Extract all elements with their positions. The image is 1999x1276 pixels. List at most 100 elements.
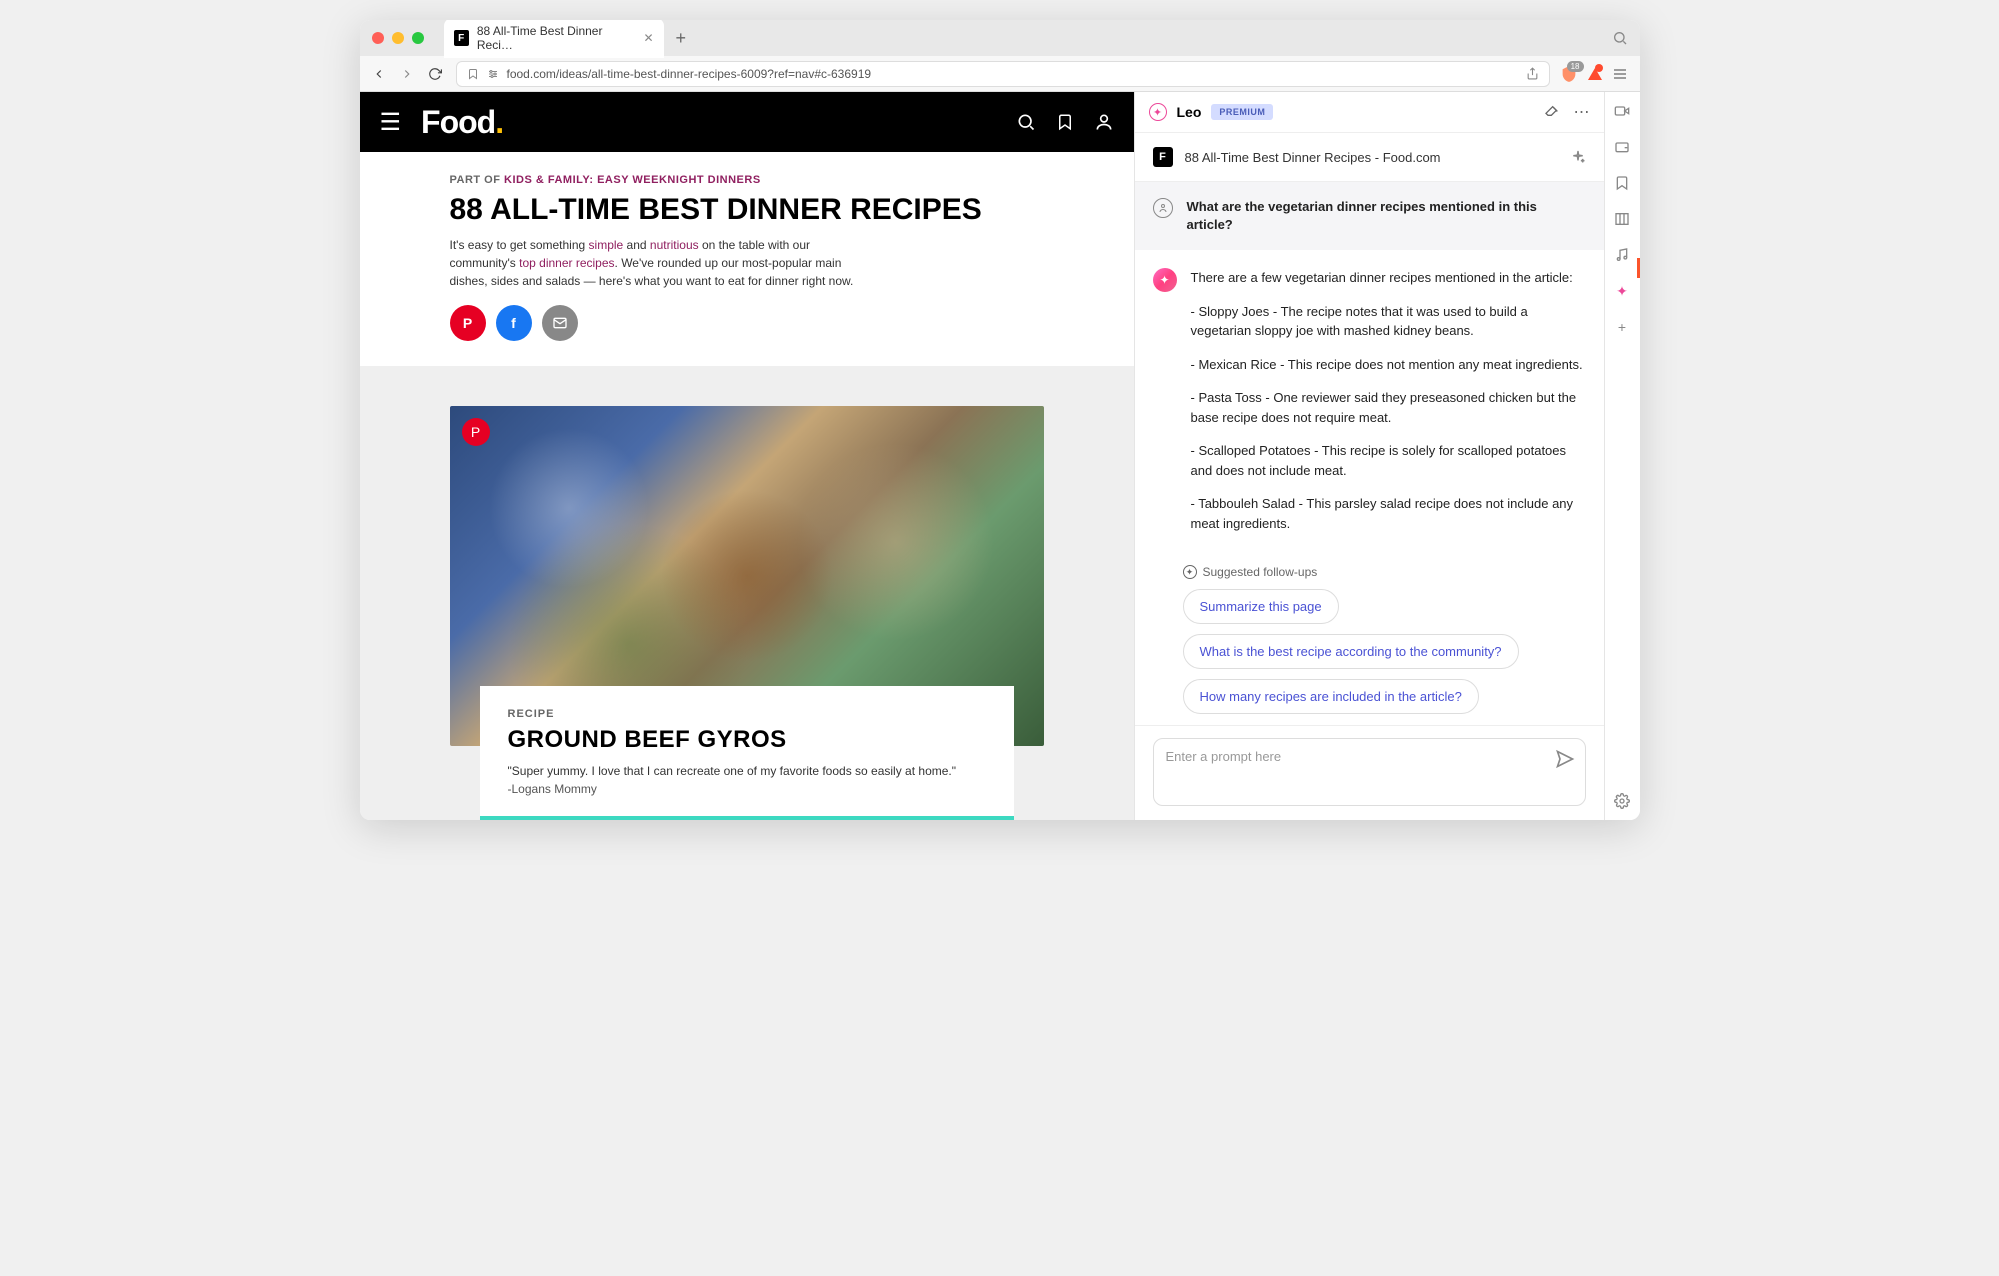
article-description: It's easy to get something simple and nu… <box>450 236 870 290</box>
rail-leo-icon[interactable]: ✦ <box>1613 282 1631 300</box>
leo-chat[interactable]: What are the vegetarian dinner recipes m… <box>1135 182 1604 725</box>
suggested-label-text: Suggested follow-ups <box>1203 565 1318 579</box>
rail-bookmarks-icon[interactable] <box>1613 174 1631 192</box>
recipe-label: RECIPE <box>508 708 986 720</box>
content-pane[interactable]: ☰ Food. PART OF KIDS & FAMILY: EASY WEEK… <box>360 92 1134 820</box>
right-rail: ✦ + <box>1604 92 1640 820</box>
shields-count: 18 <box>1567 61 1584 72</box>
link-nutritious[interactable]: nutritious <box>650 238 699 252</box>
user-avatar-icon <box>1153 198 1173 218</box>
ai-item-3: - Scalloped Potatoes - This recipe is so… <box>1191 441 1586 480</box>
url-bar[interactable]: food.com/ideas/all-time-best-dinner-reci… <box>456 61 1550 87</box>
recipe-name[interactable]: GROUND BEEF GYROS <box>508 726 986 754</box>
minimize-window-button[interactable] <box>392 32 404 44</box>
context-title: 88 All-Time Best Dinner Recipes - Food.c… <box>1185 150 1558 165</box>
breadcrumb-link[interactable]: KIDS & FAMILY: EASY WEEKNIGHT DINNERS <box>504 174 761 186</box>
leo-title: Leo <box>1177 104 1202 120</box>
breadcrumb: PART OF KIDS & FAMILY: EASY WEEKNIGHT DI… <box>450 174 1044 186</box>
context-favicon: F <box>1153 147 1173 167</box>
suggestion-chip[interactable]: What is the best recipe according to the… <box>1183 634 1519 669</box>
input-placeholder: Enter a prompt here <box>1166 749 1282 764</box>
toolbar-right: 18 <box>1560 65 1628 83</box>
rewards-button[interactable] <box>1588 68 1602 80</box>
tab-favicon: F <box>454 30 469 46</box>
share-icon[interactable] <box>1526 67 1539 80</box>
ai-item-1: - Mexican Rice - This recipe does not me… <box>1191 355 1586 375</box>
sparkle-icon: ✦ <box>1183 565 1197 579</box>
site-settings-icon[interactable] <box>487 68 499 80</box>
rail-music-icon[interactable] <box>1613 246 1631 264</box>
ai-message-body: There are a few vegetarian dinner recipe… <box>1191 268 1586 547</box>
rail-settings-icon[interactable] <box>1613 792 1631 810</box>
url-text: food.com/ideas/all-time-best-dinner-reci… <box>507 67 872 81</box>
new-tab-button[interactable]: + <box>676 28 687 49</box>
suggestion-chip[interactable]: Summarize this page <box>1183 589 1339 624</box>
rail-reading-list-icon[interactable] <box>1613 210 1631 228</box>
profile-icon[interactable] <box>1094 112 1114 132</box>
suggestion-list: Summarize this page What is the best rec… <box>1135 589 1604 724</box>
ai-item-4: - Tabbouleh Salad - This parsley salad r… <box>1191 494 1586 533</box>
link-top-recipes[interactable]: top dinner recipes <box>519 256 614 270</box>
logo-dot: . <box>495 104 503 140</box>
rail-add-icon[interactable]: + <box>1613 318 1631 336</box>
ai-item-2: - Pasta Toss - One reviewer said they pr… <box>1191 388 1586 427</box>
reload-button[interactable] <box>428 67 446 81</box>
window-controls <box>372 32 424 44</box>
page-title: 88 ALL-TIME BEST DINNER RECIPES <box>450 194 1044 226</box>
facebook-share-button[interactable]: f <box>496 305 532 341</box>
user-message-text: What are the vegetarian dinner recipes m… <box>1187 198 1586 234</box>
tab-title: 88 All-Time Best Dinner Reci… <box>477 24 636 52</box>
tab-search-icon[interactable] <box>1612 30 1628 46</box>
ai-avatar-icon: ✦ <box>1153 268 1177 292</box>
link-simple[interactable]: simple <box>589 238 624 252</box>
user-message: What are the vegetarian dinner recipes m… <box>1135 182 1604 250</box>
saved-icon[interactable] <box>1056 112 1074 132</box>
email-share-button[interactable] <box>542 305 578 341</box>
browser-window: F 88 All-Time Best Dinner Reci… ✕ + food… <box>360 20 1640 820</box>
recipe-card: RECIPE GROUND BEEF GYROS "Super yummy. I… <box>480 686 1014 820</box>
ai-intro: There are a few vegetarian dinner recipe… <box>1191 268 1586 288</box>
back-button[interactable] <box>372 67 390 81</box>
leo-sidebar: ✦ Leo PREMIUM ⋯ F 88 All-Time Best Dinne… <box>1134 92 1604 820</box>
ai-message: ✦ There are a few vegetarian dinner reci… <box>1135 250 1604 557</box>
shields-button[interactable]: 18 <box>1560 65 1578 83</box>
recipe-quote: "Super yummy. I love that I can recreate… <box>508 764 986 778</box>
main-area: ☰ Food. PART OF KIDS & FAMILY: EASY WEEK… <box>360 92 1640 820</box>
more-icon[interactable]: ⋯ <box>1574 102 1590 122</box>
article-header: PART OF KIDS & FAMILY: EASY WEEKNIGHT DI… <box>360 152 1134 341</box>
forward-button[interactable] <box>400 67 418 81</box>
rail-video-icon[interactable] <box>1613 102 1631 120</box>
context-action-icon[interactable] <box>1570 149 1586 165</box>
suggestion-chip[interactable]: How many recipes are included in the art… <box>1183 679 1479 714</box>
leo-input-area: Enter a prompt here <box>1135 725 1604 820</box>
suggested-followups-label: ✦ Suggested follow-ups <box>1183 565 1604 579</box>
leo-header: ✦ Leo PREMIUM ⋯ <box>1135 92 1604 133</box>
titlebar: F 88 All-Time Best Dinner Reci… ✕ + <box>360 20 1640 56</box>
pinterest-pin-button[interactable]: P <box>462 418 490 446</box>
close-window-button[interactable] <box>372 32 384 44</box>
eraser-icon[interactable] <box>1544 102 1560 122</box>
rail-wallet-icon[interactable] <box>1613 138 1631 156</box>
search-icon[interactable] <box>1016 112 1036 132</box>
rail-active-indicator <box>1637 258 1640 278</box>
send-icon[interactable] <box>1555 749 1575 769</box>
part-of-prefix: PART OF <box>450 174 505 186</box>
share-row: P f <box>450 305 1044 341</box>
hero-section: P RECIPE GROUND BEEF GYROS "Super yummy.… <box>360 366 1134 821</box>
leo-context-bar: F 88 All-Time Best Dinner Recipes - Food… <box>1135 133 1604 182</box>
site-logo[interactable]: Food. <box>421 104 503 141</box>
logo-text: Food <box>421 104 495 140</box>
leo-prompt-input[interactable]: Enter a prompt here <box>1153 738 1586 806</box>
close-tab-button[interactable]: ✕ <box>643 31 653 45</box>
pinterest-share-button[interactable]: P <box>450 305 486 341</box>
leo-logo-icon: ✦ <box>1149 103 1167 121</box>
premium-badge: PREMIUM <box>1211 104 1273 120</box>
menu-button[interactable] <box>1612 66 1628 82</box>
site-header: ☰ Food. <box>360 92 1134 152</box>
browser-tab[interactable]: F 88 All-Time Best Dinner Reci… ✕ <box>444 20 664 58</box>
toolbar: food.com/ideas/all-time-best-dinner-reci… <box>360 56 1640 92</box>
hamburger-icon[interactable]: ☰ <box>380 108 402 137</box>
ai-item-0: - Sloppy Joes - The recipe notes that it… <box>1191 302 1586 341</box>
bookmark-icon[interactable] <box>467 68 479 80</box>
maximize-window-button[interactable] <box>412 32 424 44</box>
